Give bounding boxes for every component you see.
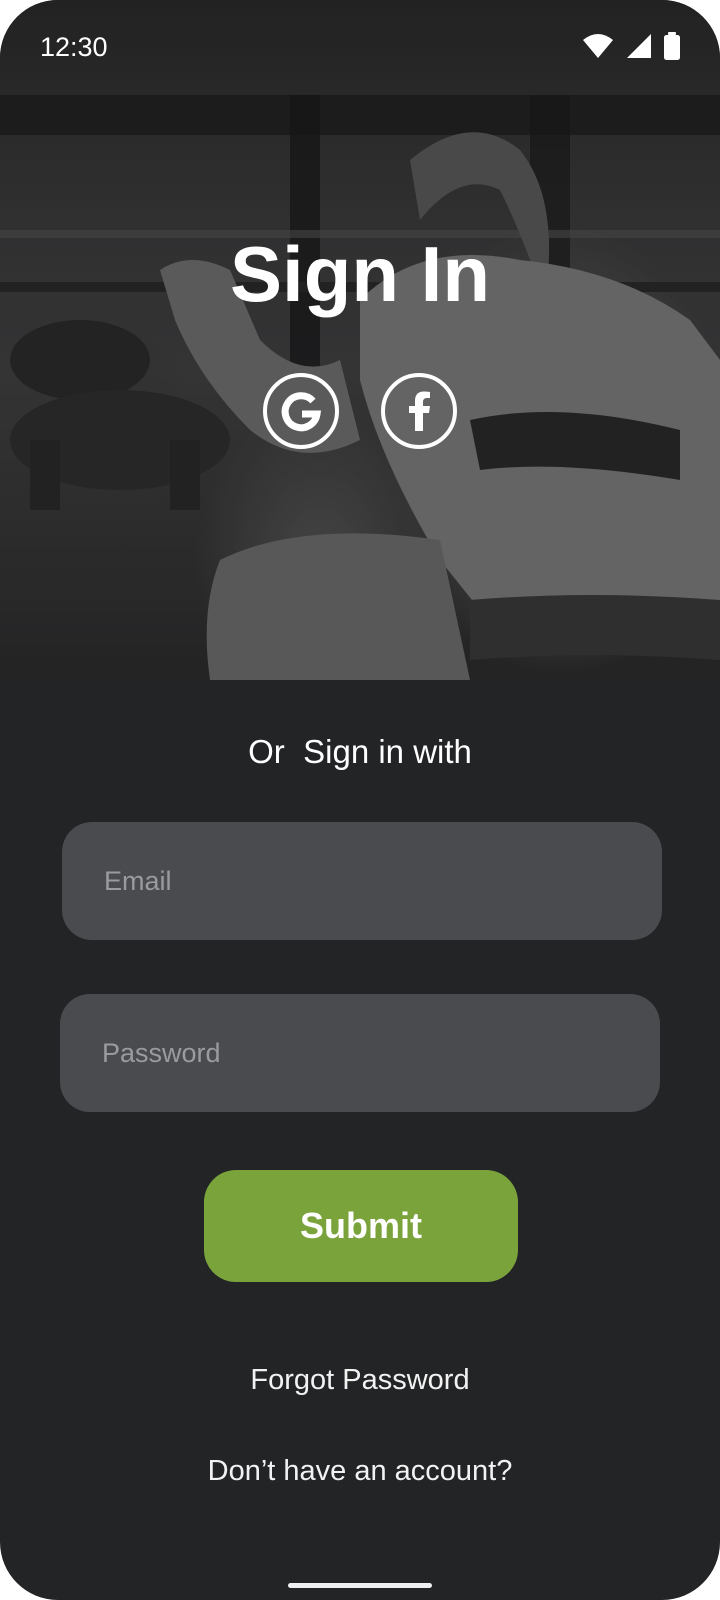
forgot-password-link[interactable]: Forgot Password — [0, 1362, 720, 1398]
email-field[interactable] — [62, 822, 662, 940]
google-icon — [263, 373, 339, 449]
phone-screen: 12:30 Sign In Or Sign in with Email Subm… — [0, 0, 720, 1600]
status-time: 12:30 — [40, 32, 108, 62]
status-icons — [582, 32, 680, 60]
wifi-icon — [583, 34, 613, 58]
social-login-row — [0, 372, 720, 450]
status-bar: 12:30 — [0, 0, 720, 96]
page-title: Sign In — [230, 230, 490, 318]
battery-icon — [664, 32, 680, 60]
password-field[interactable] — [60, 994, 660, 1112]
facebook-icon — [381, 373, 457, 449]
gym-photo-illustration — [0, 0, 720, 680]
signup-link[interactable]: Don’t have an account? — [0, 1453, 720, 1489]
home-indicator[interactable] — [288, 1583, 432, 1588]
alt-signin-label: Or Sign in with — [248, 733, 472, 770]
hero-background-image — [0, 0, 720, 680]
cellular-signal-icon — [627, 34, 651, 58]
facebook-login-button[interactable] — [380, 372, 458, 450]
google-login-button[interactable] — [262, 372, 340, 450]
submit-button[interactable]: Submit — [204, 1170, 518, 1282]
